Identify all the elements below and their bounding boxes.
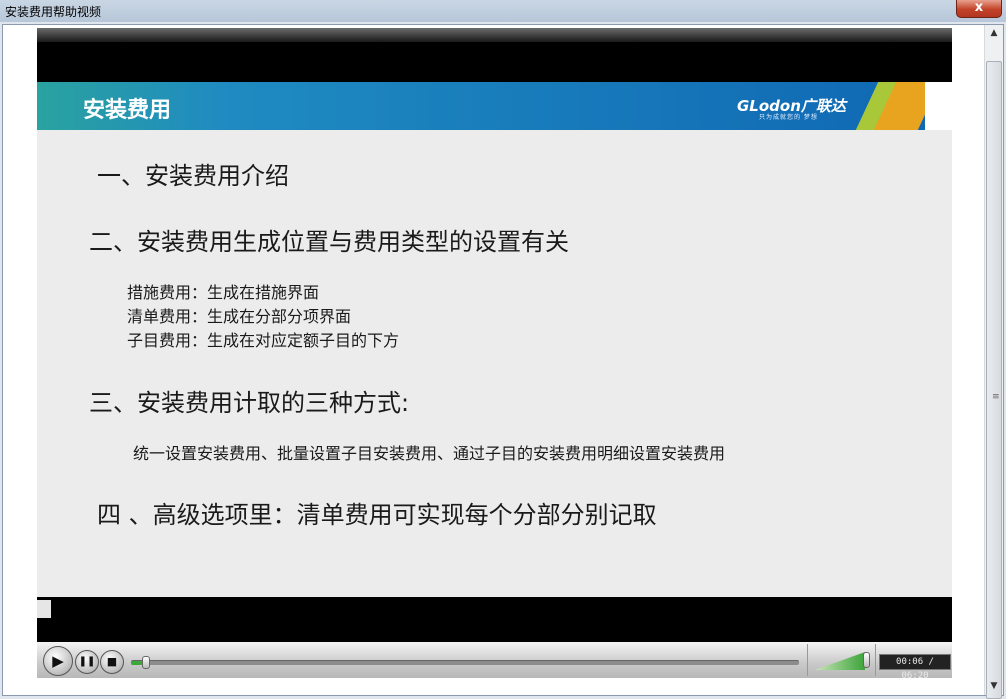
play-icon: ▶ — [52, 652, 64, 670]
scroll-thumb[interactable]: ≡ — [986, 61, 1002, 699]
seek-progress — [131, 661, 142, 665]
window-titlebar: 安装费用帮助视频 x — [0, 0, 1006, 22]
section-3-detail: 统一设置安装费用、批量设置子目安装费用、通过子目的安装费用明细设置安装费用 — [133, 444, 726, 463]
volume-thumb[interactable] — [863, 652, 870, 668]
slide-banner: 安装费用 GLodon广联达 只为成就您的 梦想 — [37, 82, 952, 130]
seek-bar[interactable] — [131, 656, 799, 669]
section-4-heading: 四 、高级选项里：清单费用可实现每个分部分别记取 — [97, 501, 657, 529]
logo-tagline: 只为成就您的 梦想 — [759, 114, 818, 121]
control-separator — [875, 644, 876, 676]
player-controls: ▶ ❚❚ ■ 00:06 / 06:20 — [37, 642, 952, 681]
banner-stripe-white — [925, 82, 952, 130]
seek-thumb[interactable] — [141, 656, 150, 669]
stop-button[interactable]: ■ — [100, 650, 124, 674]
section-2-item: 子目费用：生成在对应定额子目的下方 — [127, 331, 400, 350]
video-player[interactable]: 安装费用 GLodon广联达 只为成就您的 梦想 一、安装费用介绍 二、安装费用… — [37, 28, 952, 678]
section-3-heading: 三、安装费用计取的三种方式: — [89, 389, 410, 417]
player-top-strip — [37, 28, 952, 42]
section-2-heading: 二、安装费用生成位置与费用类型的设置有关 — [89, 228, 569, 256]
close-button[interactable]: x — [956, 0, 1002, 18]
volume-slider[interactable] — [815, 652, 865, 670]
stop-icon: ■ — [106, 655, 118, 668]
section-2-item: 清单费用：生成在分部分项界面 — [127, 307, 352, 326]
section-2-item: 措施费用：生成在措施界面 — [127, 283, 320, 302]
control-separator — [807, 644, 808, 676]
scroll-up-arrow-icon[interactable]: ▲ — [985, 25, 1003, 42]
slide-title: 安装费用 — [83, 98, 172, 123]
time-display: 00:06 / 06:20 — [879, 654, 951, 681]
scroll-grip-icon: ≡ — [992, 392, 1000, 402]
vertical-scrollbar[interactable]: ▲ ≡ ▼ — [984, 25, 1003, 699]
play-button[interactable]: ▶ — [43, 646, 73, 676]
window-title: 安装费用帮助视频 — [5, 5, 102, 19]
section-1-heading: 一、安装费用介绍 — [97, 162, 289, 190]
video-edge-marker — [37, 600, 51, 618]
pause-button[interactable]: ❚❚ — [75, 650, 99, 674]
pause-icon: ❚❚ — [78, 656, 96, 667]
slide-body: 一、安装费用介绍 二、安装费用生成位置与费用类型的设置有关 措施费用：生成在措施… — [37, 130, 952, 597]
scroll-down-arrow-icon[interactable]: ▼ — [985, 678, 1003, 695]
